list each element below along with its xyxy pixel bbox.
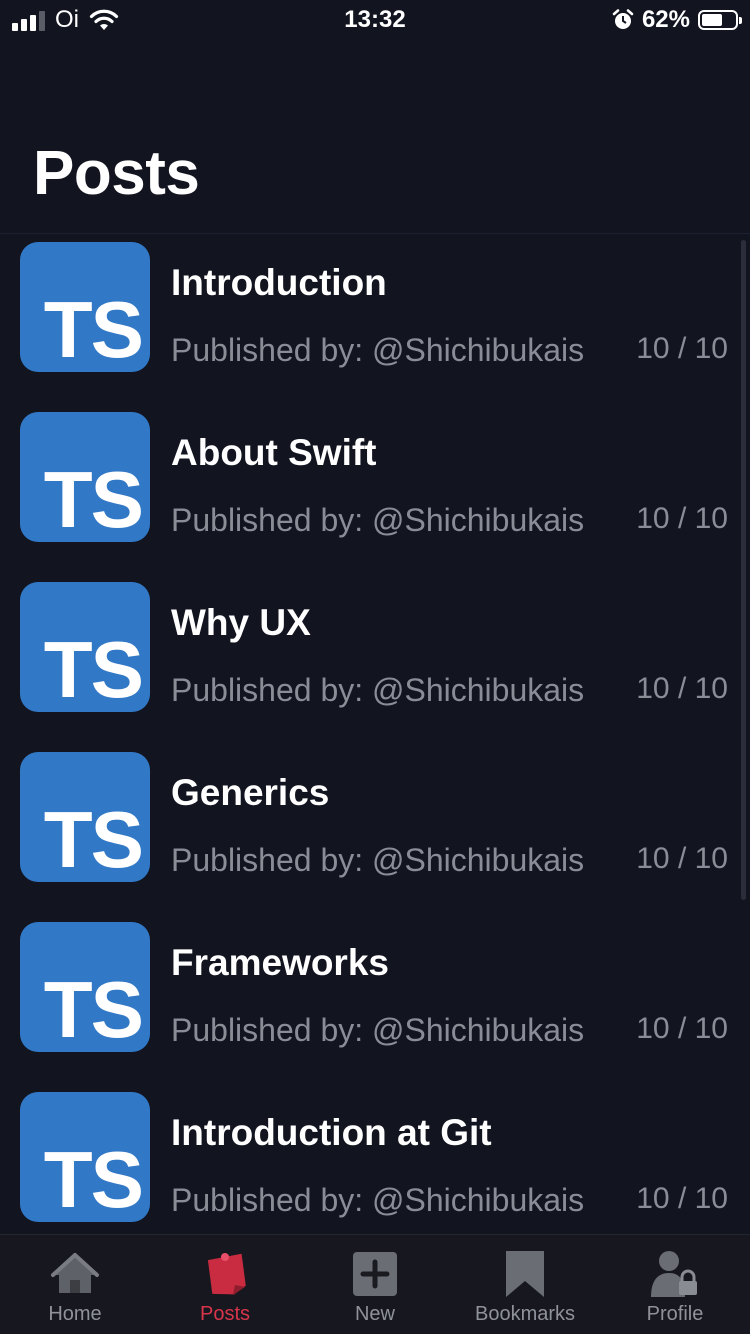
post-title: Introduction: [171, 262, 387, 303]
tab-new[interactable]: New: [300, 1235, 450, 1334]
post-thumbnail: TS: [20, 752, 150, 882]
post-row[interactable]: TS Frameworks Published by: @Shichibukais 1…: [0, 914, 740, 1084]
tab-posts[interactable]: Posts: [150, 1235, 300, 1334]
status-bar-right: 62%: [612, 6, 742, 34]
tab-label: Profile: [646, 1303, 704, 1325]
thumbnail-label: TS: [43, 795, 144, 882]
post-author: Published by: @Shichibukais: [171, 672, 585, 708]
post-author: Published by: @Shichibukais: [171, 502, 585, 538]
alarm-icon: [612, 9, 634, 29]
thumbnail-label: TS: [43, 285, 144, 372]
profile-icon: [649, 1249, 701, 1299]
scrollbar[interactable]: [741, 240, 746, 900]
thumbnail-label: TS: [43, 965, 144, 1052]
post-author: Published by: @Shichibukais: [171, 1012, 585, 1048]
page-title: Posts: [33, 139, 200, 208]
post-thumbnail: TS: [20, 922, 150, 1052]
post-list[interactable]: TS Introduction Published by: @Shichibukai…: [0, 234, 750, 1234]
post-score: 10 / 10: [636, 1012, 728, 1045]
tab-label: Home: [48, 1303, 102, 1325]
status-bar: Oi 13:32 62%: [0, 0, 750, 40]
battery-cap: [739, 17, 742, 24]
post-score: 10 / 10: [636, 842, 728, 875]
post-title: Frameworks: [171, 942, 389, 983]
post-score: 10 / 10: [636, 1182, 728, 1215]
post-row[interactable]: TS About Swift Published by: @Shichibukais…: [0, 404, 740, 574]
post-score: 10 / 10: [636, 672, 728, 705]
posts-icon: [200, 1249, 250, 1299]
post-author: Published by: @Shichibukais: [171, 1182, 585, 1218]
tab-label: New: [354, 1303, 395, 1325]
posts-screen: Oi 13:32 62% Posts TS Introduction Publish…: [0, 0, 750, 1334]
tab-bookmarks[interactable]: Bookmarks: [450, 1235, 600, 1334]
post-thumbnail: TS: [20, 412, 150, 542]
post-title: Introduction at Git: [171, 1112, 492, 1153]
tab-bar: Home Posts New Bookmarks Profile: [0, 1234, 750, 1334]
tab-home[interactable]: Home: [0, 1235, 150, 1334]
post-thumbnail: TS: [20, 242, 150, 372]
post-row[interactable]: TS Generics Published by: @Shichibukais 10 …: [0, 744, 740, 914]
post-score: 10 / 10: [636, 332, 728, 365]
post-title: Why UX: [171, 602, 311, 643]
post-author: Published by: @Shichibukais: [171, 842, 585, 878]
post-title: About Swift: [171, 432, 377, 473]
tab-label: Bookmarks: [474, 1303, 576, 1325]
battery-fill: [702, 14, 722, 26]
thumbnail-label: TS: [43, 455, 144, 542]
tab-profile[interactable]: Profile: [600, 1235, 750, 1334]
post-thumbnail: TS: [20, 1092, 150, 1222]
post-thumbnail: TS: [20, 582, 150, 712]
thumbnail-label: TS: [43, 1135, 144, 1222]
new-icon: [351, 1249, 399, 1299]
post-row[interactable]: TS Why UX Published by: @Shichibukais 10 / …: [0, 574, 740, 744]
post-row[interactable]: TS Introduction at Git Published by: @Shic…: [0, 1084, 740, 1234]
battery-icon: [698, 10, 742, 30]
tab-label: Posts: [199, 1303, 251, 1325]
post-title: Generics: [171, 772, 330, 813]
post-row[interactable]: TS Introduction Published by: @Shichibukai…: [0, 234, 740, 404]
post-score: 10 / 10: [636, 502, 728, 535]
post-author: Published by: @Shichibukais: [171, 332, 585, 368]
thumbnail-label: TS: [43, 625, 144, 712]
battery-percentage: 62%: [641, 6, 690, 33]
bookmark-icon: [504, 1249, 546, 1299]
home-icon: [50, 1249, 100, 1299]
